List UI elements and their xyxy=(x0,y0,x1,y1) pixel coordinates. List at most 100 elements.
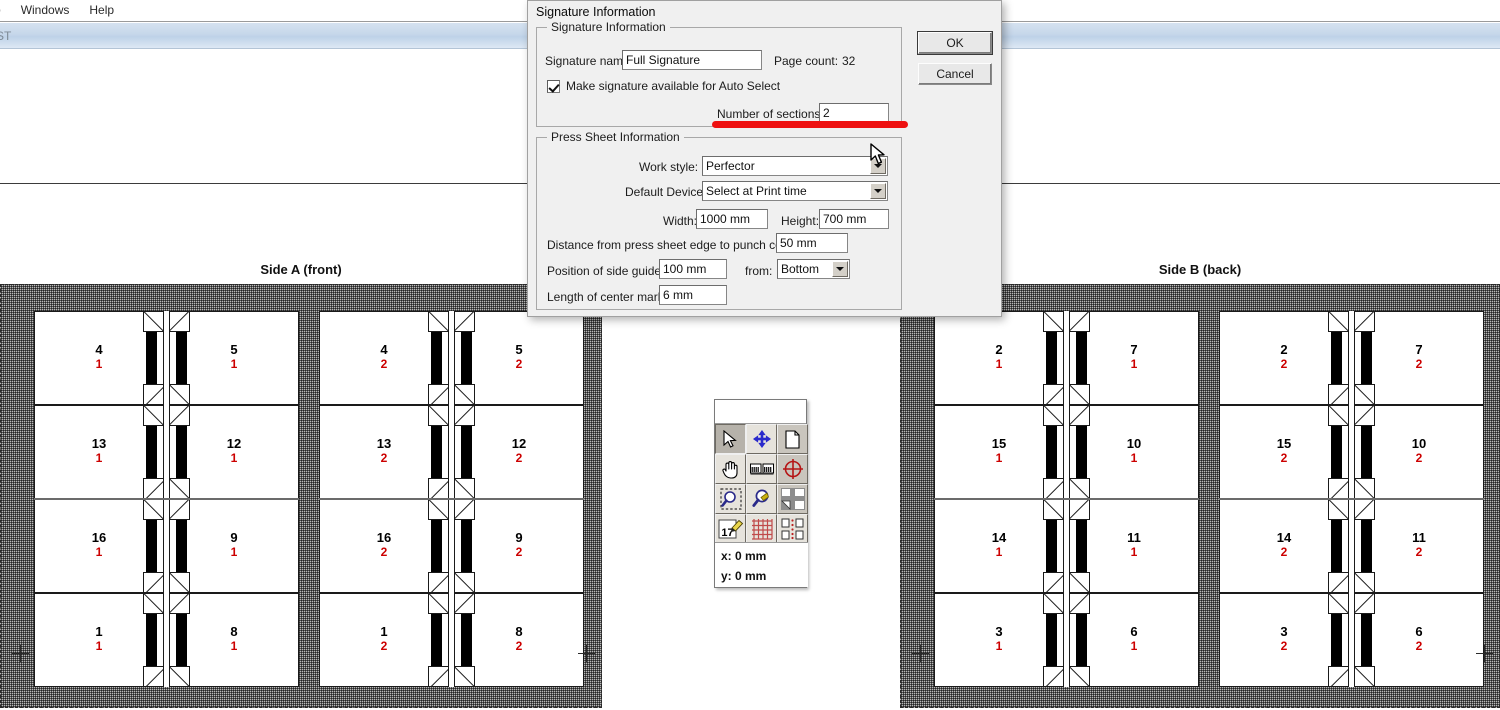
page-cell[interactable]: 62 xyxy=(1354,593,1484,687)
height-input[interactable]: 700 mm xyxy=(819,209,889,229)
page-cell[interactable]: 16 1 xyxy=(34,499,164,593)
page-cell[interactable]: 81 xyxy=(169,593,299,687)
page-section-number: 2 xyxy=(380,357,388,371)
page-cell[interactable]: 10 2 xyxy=(1354,405,1484,499)
section-layout-icon[interactable] xyxy=(777,484,808,514)
chevron-down-icon[interactable] xyxy=(832,261,848,277)
side-guides-input[interactable]: 100 mm xyxy=(659,259,727,279)
press-sheet-side-b[interactable]: 2 1 7 1 15 1 10 1 14 1 11 1 3 1 6 1 2 2 7 2 15 2 10 2 14 2 11 2 3 2 6 2 xyxy=(900,284,1500,708)
page-cell[interactable]: 82 xyxy=(454,593,584,687)
page-cell[interactable]: 15 1 xyxy=(934,405,1064,499)
menu-item-clipped[interactable]: o xyxy=(0,0,11,21)
page-cell[interactable]: 13 1 xyxy=(34,405,164,499)
hand-tool-icon[interactable] xyxy=(715,454,746,484)
page-cell[interactable]: 11 1 xyxy=(1069,499,1199,593)
work-style-combobox[interactable]: Perfector xyxy=(702,156,888,176)
section-block[interactable]: 2 2 7 2 15 2 10 2 14 2 11 2 3 2 6 2 xyxy=(1219,311,1484,687)
fold-pattern-icon[interactable] xyxy=(777,514,808,544)
corner-fold-mark xyxy=(455,666,475,686)
page-section-number: 2 xyxy=(380,451,388,465)
corner-fold-mark xyxy=(428,594,448,614)
page-section-number: 2 xyxy=(515,357,523,371)
move-tool-icon[interactable] xyxy=(746,424,777,454)
menu-item-windows[interactable]: Windows xyxy=(11,0,80,21)
section-block[interactable]: 2 1 7 1 15 1 10 1 14 1 11 1 3 1 6 1 xyxy=(934,311,1199,687)
page-tool-icon[interactable] xyxy=(777,424,808,454)
chevron-down-icon[interactable] xyxy=(870,183,886,199)
press-sheet-side-a[interactable]: 4 1 5 1 13 1 12 1 16 1 9 1 1 1 8 1 4 2 5 2 13 2 12 2 16 2 9 2 1 2 8 2 xyxy=(0,284,602,708)
corner-fold-mark xyxy=(143,406,163,426)
corner-fold-mark xyxy=(143,312,163,332)
zoom-marquee-icon[interactable] xyxy=(715,484,746,514)
punch-center-input[interactable]: 50 mm xyxy=(776,233,848,253)
default-device-combobox[interactable]: Select at Print time xyxy=(702,181,888,201)
page-cell[interactable]: 11 2 xyxy=(1354,499,1484,593)
page-number: 9 xyxy=(515,530,523,545)
auto-select-checkbox-row[interactable]: Make signature available for Auto Select xyxy=(547,79,780,93)
auto-select-checkbox[interactable] xyxy=(547,79,560,93)
width-input[interactable]: 1000 mm xyxy=(696,209,768,229)
page-cell[interactable]: 92 xyxy=(454,499,584,593)
page-cell[interactable]: 31 xyxy=(934,593,1064,687)
page-cell[interactable]: 12 2 xyxy=(454,405,584,499)
corner-fold-mark xyxy=(1070,406,1090,426)
cancel-button[interactable]: Cancel xyxy=(918,63,992,85)
corner-fold-mark xyxy=(1355,406,1375,426)
page-cell[interactable]: 42 xyxy=(319,311,449,405)
tool-palette[interactable]: 17 x: 0 mm y: 0 mm xyxy=(714,399,808,588)
page-numbering-icon[interactable]: 17 xyxy=(715,514,746,544)
corner-fold-mark xyxy=(1043,500,1063,520)
corner-fold-mark xyxy=(170,384,190,404)
registration-mark-icon[interactable] xyxy=(777,454,808,484)
page-cell[interactable]: 52 xyxy=(454,311,584,405)
page-section-number: 2 xyxy=(1280,451,1288,465)
press-sheet-group-legend: Press Sheet Information xyxy=(547,130,684,144)
signature-tool-icon[interactable] xyxy=(746,454,777,484)
page-cell[interactable]: 13 2 xyxy=(319,405,449,499)
page-number: 9 xyxy=(230,530,238,545)
page-cell[interactable]: 12 xyxy=(319,593,449,687)
page-cell[interactable]: 11 xyxy=(34,593,164,687)
number-of-sections-input[interactable]: 2 xyxy=(819,103,889,122)
page-cell[interactable]: 10 1 xyxy=(1069,405,1199,499)
page-count-value: 32 xyxy=(842,54,856,68)
magnifier-icon[interactable] xyxy=(746,484,777,514)
spine-mark xyxy=(1331,611,1342,671)
signature-group-legend: Signature Information xyxy=(547,20,670,34)
page-cell[interactable]: 15 2 xyxy=(1219,405,1349,499)
page-cell[interactable]: 21 xyxy=(934,311,1064,405)
signature-information-dialog[interactable]: Signature Information Signature Informat… xyxy=(527,0,1002,317)
section-block[interactable]: 4 2 5 2 13 2 12 2 16 2 9 2 1 2 8 2 xyxy=(319,311,584,687)
grid-tool-icon[interactable] xyxy=(746,514,777,544)
corner-fold-mark xyxy=(455,500,475,520)
selection-arrow-icon[interactable] xyxy=(715,424,746,454)
signature-name-input[interactable]: Full Signature xyxy=(622,50,762,70)
page-cell[interactable]: 14 1 xyxy=(934,499,1064,593)
corner-fold-mark xyxy=(428,572,448,592)
center-marks-input[interactable]: 6 mm xyxy=(659,285,727,305)
tool-palette-titlebar[interactable] xyxy=(715,400,806,424)
from-combobox[interactable]: Bottom xyxy=(777,259,850,279)
spine-mark xyxy=(176,611,187,671)
page-cell[interactable]: 14 2 xyxy=(1219,499,1349,593)
section-block[interactable]: 4 1 5 1 13 1 12 1 16 1 9 1 1 1 8 1 xyxy=(34,311,299,687)
center-mark-vertical xyxy=(920,645,921,662)
page-cell[interactable]: 51 xyxy=(169,311,299,405)
page-section-number: 2 xyxy=(1415,451,1423,465)
coordinate-readout: x: 0 mm y: 0 mm xyxy=(715,542,808,587)
page-cell[interactable]: 12 1 xyxy=(169,405,299,499)
page-cell[interactable]: 32 xyxy=(1219,593,1349,687)
page-cell[interactable]: 41 xyxy=(34,311,164,405)
page-cell[interactable]: 22 xyxy=(1219,311,1349,405)
page-cell[interactable]: 72 xyxy=(1354,311,1484,405)
corner-fold-mark xyxy=(1328,500,1348,520)
page-section-number: 1 xyxy=(1130,639,1138,653)
page-cell[interactable]: 91 xyxy=(169,499,299,593)
ok-button[interactable]: OK xyxy=(917,31,993,55)
from-value: Bottom xyxy=(781,262,820,276)
page-cell[interactable]: 16 2 xyxy=(319,499,449,593)
page-cell[interactable]: 71 xyxy=(1069,311,1199,405)
menu-item-help[interactable]: Help xyxy=(79,0,124,21)
page-cell[interactable]: 61 xyxy=(1069,593,1199,687)
page-number: 13 xyxy=(376,436,392,451)
